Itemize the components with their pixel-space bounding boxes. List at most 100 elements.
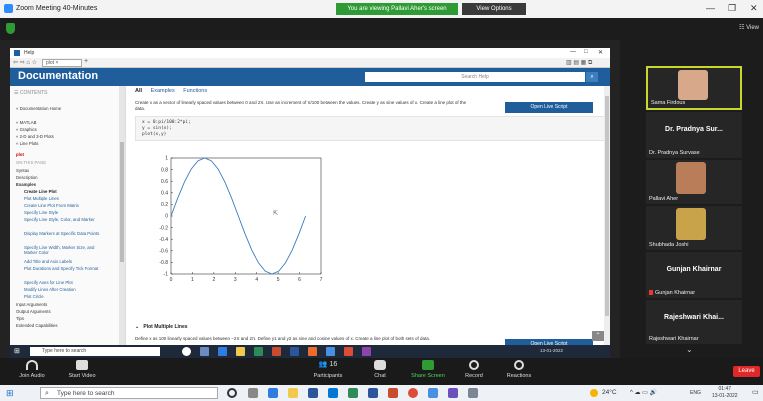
windows-start-icon[interactable]: ⊞ — [6, 389, 14, 398]
contents-label[interactable]: ☰ CONTENTS — [14, 90, 47, 96]
matlab-icon[interactable] — [308, 347, 317, 356]
nav-example[interactable]: Create Line Plot — [24, 189, 57, 194]
notification-icon[interactable]: ▭ — [752, 388, 759, 396]
doc-title: Documentation — [18, 70, 99, 82]
nav-example[interactable]: Specify Axes for Line Plot — [24, 280, 73, 285]
shared-search-box[interactable]: Type here to search — [30, 347, 160, 356]
doc-search-input[interactable]: Search Help — [365, 72, 585, 82]
system-clock[interactable]: 01:47 13-01-2022 — [712, 386, 738, 400]
nav-example[interactable]: Modify Lines After Creation — [24, 287, 76, 292]
view-options-button[interactable]: View Options — [462, 3, 526, 15]
leave-button[interactable]: Leave — [733, 366, 760, 377]
participant-tile[interactable]: Dr. Pradnya Sur... Dr. Pradnya Survase — [646, 112, 742, 158]
edge-icon[interactable] — [268, 388, 278, 398]
join-audio-button[interactable]: Join Audio — [8, 360, 56, 379]
share-screen-button[interactable]: Share Screen — [402, 360, 454, 379]
language-indicator[interactable]: ENG — [690, 390, 701, 396]
nav-item[interactable]: « Documentation Home — [16, 106, 61, 111]
participant-tile[interactable]: Shubhada Joshi — [646, 206, 742, 250]
zoom-taskbar-icon[interactable] — [428, 388, 438, 398]
chat-button[interactable]: Chat — [356, 360, 404, 379]
participant-name: Shubhada Joshi — [649, 242, 689, 248]
minimize-icon[interactable]: — — [706, 3, 715, 13]
help-maximize-icon[interactable]: □ — [584, 49, 588, 55]
participant-tile[interactable]: Sama Firdous — [646, 66, 742, 110]
nav-section[interactable]: Input Arguments — [16, 302, 47, 307]
store-icon[interactable] — [308, 388, 318, 398]
scroll-to-top-icon[interactable]: ⌃ — [592, 331, 604, 341]
app-icon[interactable] — [448, 388, 458, 398]
layout-icons[interactable]: ▥ ▤ ▦ ⧉ — [566, 59, 592, 67]
chrome-icon[interactable] — [344, 347, 353, 356]
nav-example[interactable]: Plot Circle — [24, 294, 44, 299]
view-button[interactable]: ☷ View — [739, 24, 759, 31]
nav-example[interactable]: Specify Line Style, Color, and Marker — [24, 217, 104, 222]
nav-item[interactable]: « Graphics — [16, 127, 37, 132]
weather-temperature[interactable]: 24°C — [602, 389, 617, 396]
reactions-button[interactable]: Reactions — [494, 360, 544, 379]
nav-example[interactable]: Create Line Plot From Matrix — [24, 203, 79, 208]
participant-tile[interactable]: Rajeshwari Khai... Rajeshwari Khairnar — [646, 300, 742, 344]
chat-label: Chat — [374, 373, 386, 379]
record-button[interactable]: Record — [450, 360, 498, 379]
excel-icon[interactable] — [254, 347, 263, 356]
windows-start-icon[interactable]: ⊞ — [14, 347, 20, 355]
nav-example[interactable]: Specify Line Style — [24, 210, 58, 215]
powerpoint-icon[interactable] — [388, 388, 398, 398]
word-icon[interactable] — [368, 388, 378, 398]
nav-section[interactable]: Syntax — [16, 168, 29, 173]
sidebar-scroll-thumb[interactable] — [120, 142, 124, 262]
nav-item[interactable]: « 2-D and 3-D Plots — [16, 134, 54, 139]
windows-search-box[interactable]: ⌕ Type here to search — [40, 387, 218, 399]
cortana-icon[interactable] — [227, 388, 237, 398]
nav-example[interactable]: Plot Multiple Lines — [24, 196, 59, 201]
participant-tile[interactable]: Gunjan Khairnar Gunjan Khairnar — [646, 252, 742, 298]
open-live-script-button[interactable]: Open Live Script — [505, 102, 593, 113]
nav-example[interactable]: Display Markers at Specific Data Points — [24, 231, 104, 236]
tab-functions[interactable]: Functions — [183, 88, 207, 94]
nav-item[interactable]: « MATLAB — [16, 120, 36, 125]
participants-button[interactable]: 👥 16 Participants — [300, 360, 356, 379]
taskview-icon[interactable] — [200, 347, 209, 356]
tab-examples[interactable]: Examples — [151, 88, 175, 94]
close-icon[interactable]: ✕ — [750, 3, 758, 14]
nav-section[interactable]: Tips — [16, 316, 24, 321]
start-video-button[interactable]: Start Video — [58, 360, 106, 379]
nav-current-page[interactable]: plot — [16, 152, 24, 157]
nav-example[interactable]: Specify Line Width, Marker Size, and Mar… — [24, 245, 104, 255]
help-minimize-icon[interactable]: — — [570, 49, 576, 55]
edge-icon[interactable] — [218, 347, 227, 356]
app-icon[interactable] — [362, 347, 371, 356]
chevron-down-icon[interactable]: ⌄ — [686, 345, 693, 354]
chrome-icon[interactable] — [408, 388, 418, 398]
nav-section[interactable]: Description — [16, 175, 38, 180]
powerpoint-icon[interactable] — [272, 347, 281, 356]
excel-icon[interactable] — [348, 388, 358, 398]
nav-section[interactable]: Output Arguments — [16, 309, 51, 314]
content-scroll-thumb[interactable] — [605, 96, 609, 316]
folder-icon[interactable] — [236, 347, 245, 356]
taskview-icon[interactable] — [248, 388, 258, 398]
system-tray-icons[interactable]: ^ ☁ ▭ 🔊 — [630, 389, 657, 396]
new-tab-icon[interactable]: + — [84, 58, 88, 65]
nav-section[interactable]: Extended Capabilities — [16, 323, 58, 328]
nav-example[interactable]: Add Title and Axis Labels — [24, 259, 72, 264]
nav-example[interactable]: Plot Durations and Specify Tick Format — [24, 266, 104, 271]
tab-all[interactable]: All — [135, 88, 142, 94]
security-shield-icon[interactable] — [6, 23, 15, 34]
nav-item[interactable]: « Line Plots — [16, 141, 38, 146]
participant-tile[interactable]: Pallavi Aher — [646, 160, 742, 204]
help-tab[interactable]: plot × — [42, 59, 82, 67]
cortana-icon[interactable] — [182, 347, 191, 356]
section-plot-multiple-lines[interactable]: ⌄ Plot Multiple Lines — [135, 324, 188, 330]
mail-icon[interactable] — [328, 388, 338, 398]
word-icon[interactable] — [290, 347, 299, 356]
nav-arrows-icon[interactable]: ⇦ ⇨ ⌂ ☆ — [13, 59, 37, 66]
file-explorer-icon[interactable] — [288, 388, 298, 398]
nav-section[interactable]: Examples — [16, 182, 36, 187]
app-icon-2[interactable] — [468, 388, 478, 398]
search-icon[interactable]: ⌕ — [586, 72, 598, 82]
help-close-icon[interactable]: ✕ — [598, 49, 603, 56]
zoom-taskbar-icon[interactable] — [326, 347, 335, 356]
restore-icon[interactable]: ❐ — [728, 3, 736, 14]
